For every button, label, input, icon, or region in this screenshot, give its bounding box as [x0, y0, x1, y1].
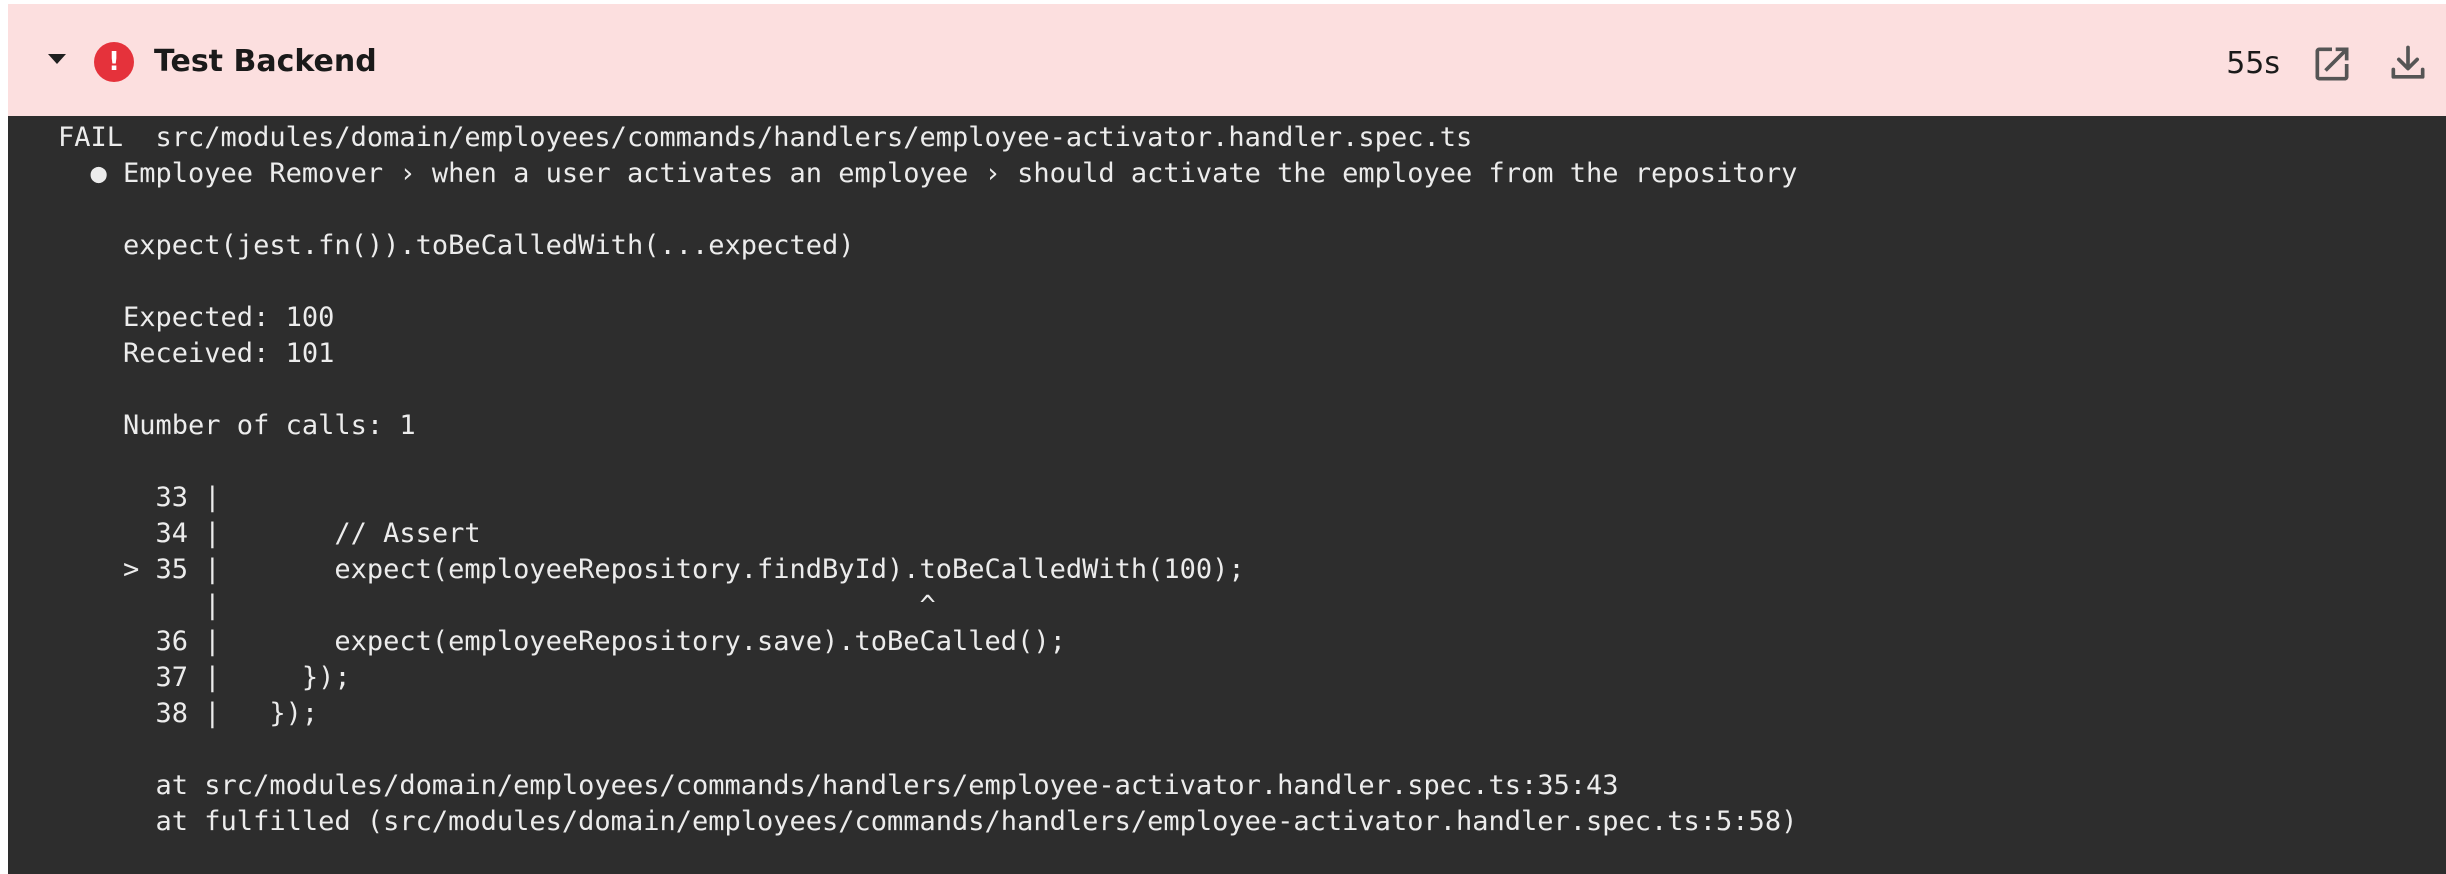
download-icon[interactable]: [2386, 42, 2430, 86]
log-output[interactable]: FAIL src/modules/domain/employees/comman…: [8, 116, 2446, 874]
log-line: 36 | expect(employeeRepository.save).toB…: [58, 626, 1066, 657]
log-line: 38 | });: [58, 698, 319, 729]
log-line: expect(jest.fn()).toBeCalledWith(...expe…: [58, 230, 855, 261]
log-line: Number of calls: 1: [58, 410, 416, 441]
job-log-panel: ! Test Backend 55s FAIL src/modules/doma…: [8, 4, 2446, 874]
log-line: 37 | });: [58, 662, 351, 693]
log-line: FAIL src/modules/domain/employees/comman…: [58, 122, 1473, 153]
log-line: Expected: 100: [58, 302, 335, 333]
chevron-down-icon[interactable]: [48, 54, 66, 64]
job-header[interactable]: ! Test Backend 55s: [8, 4, 2446, 116]
log-line: 33 |: [58, 482, 221, 513]
open-in-new-icon[interactable]: [2310, 42, 2354, 86]
log-line: at src/modules/domain/employees/commands…: [58, 770, 1619, 801]
log-line: | ^: [58, 590, 936, 621]
log-line: > 35 | expect(employeeRepository.findByI…: [58, 554, 1245, 585]
job-duration: 55s: [2226, 46, 2280, 81]
log-line: 34 | // Assert: [58, 518, 481, 549]
error-icon: !: [94, 42, 134, 82]
log-line: Received: 101: [58, 338, 335, 369]
job-title: Test Backend: [154, 44, 377, 79]
log-line: at fulfilled (src/modules/domain/employe…: [58, 806, 1798, 837]
log-line: ● Employee Remover › when a user activat…: [58, 158, 1798, 189]
